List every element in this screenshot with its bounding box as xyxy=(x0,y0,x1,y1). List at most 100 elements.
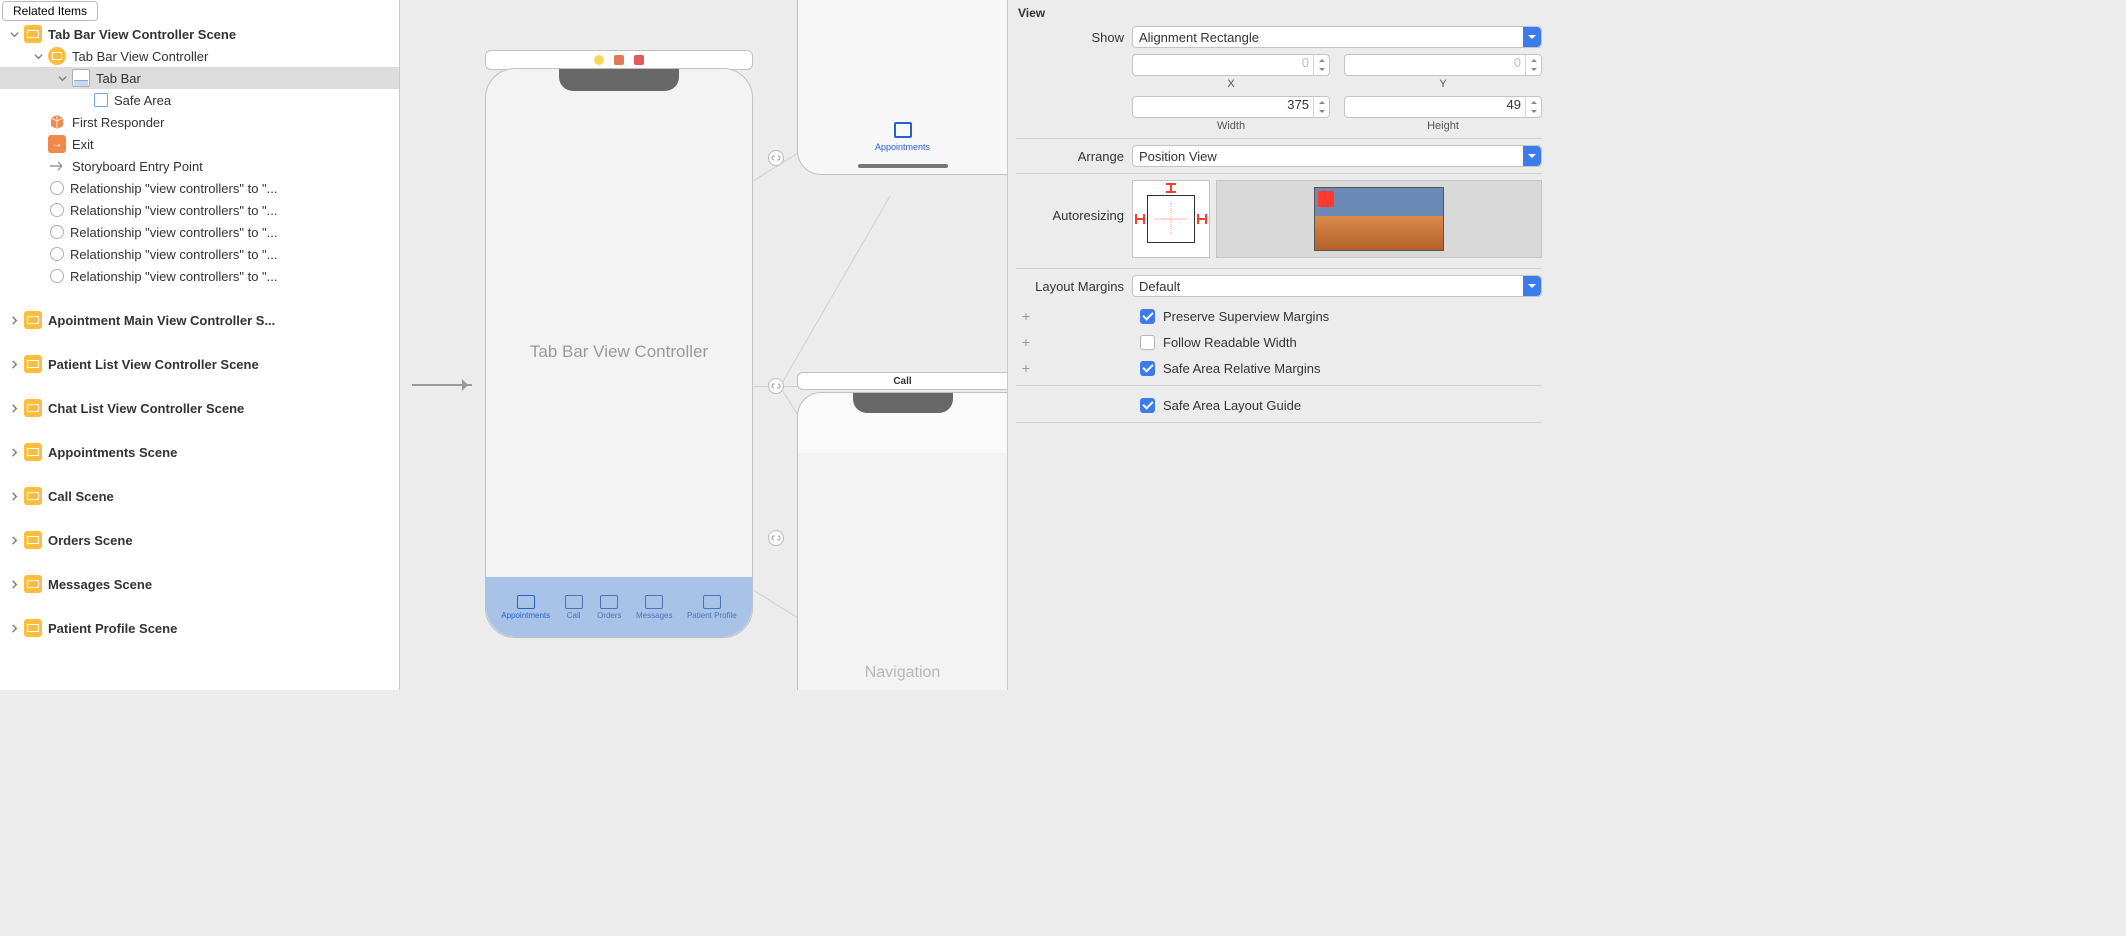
scene-row[interactable]: Orders Scene xyxy=(0,529,399,551)
call-scene-title[interactable]: Call xyxy=(797,372,1007,390)
row-tabbar[interactable]: Tab Bar xyxy=(0,67,399,89)
disclosure-right-icon[interactable] xyxy=(8,490,20,502)
chevron-down-icon xyxy=(1523,276,1541,296)
disclosure-right-icon[interactable] xyxy=(8,358,20,370)
home-indicator-icon xyxy=(858,164,948,168)
safe-area-margins-checkbox[interactable] xyxy=(1140,361,1155,376)
tabbar-icon xyxy=(72,69,90,87)
x-field[interactable]: 0 xyxy=(1132,54,1330,76)
tab-item[interactable]: Patient Profile xyxy=(687,595,737,620)
segue-icon xyxy=(50,247,64,261)
height-field[interactable]: 49 xyxy=(1344,96,1542,118)
margins-select[interactable]: Default xyxy=(1132,275,1542,297)
disclosure-right-icon[interactable] xyxy=(8,314,20,326)
scene-icon xyxy=(24,575,42,593)
preserve-margins-checkbox[interactable] xyxy=(1140,309,1155,324)
entry-arrow-icon xyxy=(412,384,472,386)
scene-titlebar[interactable] xyxy=(485,50,753,70)
tab-label: Patient Profile xyxy=(687,611,737,620)
y-caption: Y xyxy=(1439,78,1446,90)
add-constraint-button[interactable]: + xyxy=(1016,308,1036,324)
scene-label: Messages Scene xyxy=(48,577,152,592)
show-label: Show xyxy=(1016,30,1132,45)
storyboard-canvas[interactable]: Tab Bar View Controller AppointmentsCall… xyxy=(400,0,1007,690)
disclosure-down-icon[interactable] xyxy=(32,50,44,62)
appointments-tab-item: Appointments xyxy=(798,122,1007,152)
tab-item[interactable]: Orders xyxy=(597,595,621,620)
scene-tabbar-vc[interactable]: Tab Bar View Controller Scene xyxy=(0,23,399,45)
row-relationship[interactable]: Relationship "view controllers" to "... xyxy=(0,177,399,199)
stepper-icon[interactable] xyxy=(1313,55,1329,75)
add-constraint-button[interactable]: + xyxy=(1016,360,1036,376)
spring-v-icon[interactable] xyxy=(1171,203,1172,235)
scene-row[interactable]: Patient Profile Scene xyxy=(0,617,399,639)
scene-row[interactable]: Apointment Main View Controller S... xyxy=(0,309,399,331)
phone-appointments-preview[interactable]: Appointments xyxy=(797,0,1007,175)
width-field[interactable]: 375 xyxy=(1132,96,1330,118)
disclosure-down-icon[interactable] xyxy=(8,28,20,40)
row-entry-point[interactable]: Storyboard Entry Point xyxy=(0,155,399,177)
add-constraint-button[interactable]: + xyxy=(1016,334,1036,350)
tab-icon xyxy=(517,595,535,609)
tab-item[interactable]: Appointments xyxy=(501,595,550,620)
viewcontroller-icon xyxy=(48,47,66,65)
y-value: 0 xyxy=(1514,55,1521,70)
disclosure-right-icon[interactable] xyxy=(8,446,20,458)
entry-label: Storyboard Entry Point xyxy=(72,159,203,174)
stepper-icon[interactable] xyxy=(1313,97,1329,117)
tab-bar[interactable]: Appointments Call Orders Messages Patient Pr… xyxy=(486,577,752,637)
row-relationship[interactable]: Relationship "view controllers" to "... xyxy=(0,199,399,221)
strut-right-icon[interactable] xyxy=(1197,218,1207,220)
scene-row[interactable]: Call Scene xyxy=(0,485,399,507)
disclosure-right-icon[interactable] xyxy=(8,578,20,590)
disclosure-right-icon[interactable] xyxy=(8,622,20,634)
row-relationship[interactable]: Relationship "view controllers" to "... xyxy=(0,243,399,265)
scene-row[interactable]: Chat List View Controller Scene xyxy=(0,397,399,419)
related-items-button[interactable]: Related Items xyxy=(2,1,98,21)
scene-dot-icon xyxy=(634,55,644,65)
disclosure-down-icon[interactable] xyxy=(56,72,68,84)
row-first-responder[interactable]: First Responder xyxy=(0,111,399,133)
strut-left-icon[interactable] xyxy=(1135,218,1145,220)
tab-item[interactable]: Call xyxy=(565,595,583,620)
row-relationship[interactable]: Relationship "view controllers" to "... xyxy=(0,265,399,287)
disclosure-right-icon[interactable] xyxy=(8,534,20,546)
segue-icon xyxy=(50,181,64,195)
scene-label: Patient List View Controller Scene xyxy=(48,357,259,372)
size-inspector: View Show Alignment Rectangle 0 X 0 Y 37… xyxy=(1007,0,1550,690)
width-caption: Width xyxy=(1217,120,1245,132)
exit-icon: → xyxy=(48,135,66,153)
safe-area-guide-checkbox[interactable] xyxy=(1140,398,1155,413)
stepper-icon[interactable] xyxy=(1525,97,1541,117)
margins-label: Layout Margins xyxy=(1016,279,1132,294)
scene-icon xyxy=(24,399,42,417)
autoresizing-control[interactable] xyxy=(1132,180,1210,258)
strut-top-icon[interactable] xyxy=(1170,183,1172,193)
y-field[interactable]: 0 xyxy=(1344,54,1542,76)
rel-label: Relationship "view controllers" to "... xyxy=(70,225,278,240)
first-responder-label: First Responder xyxy=(72,115,164,130)
tab-item[interactable]: Messages xyxy=(636,595,672,620)
scene-dot-icon xyxy=(614,55,624,65)
arrange-select[interactable]: Position View xyxy=(1132,145,1542,167)
readable-width-checkbox[interactable] xyxy=(1140,335,1155,350)
chevron-down-icon xyxy=(1523,146,1541,166)
show-value: Alignment Rectangle xyxy=(1139,30,1259,45)
scene-row[interactable]: Appointments Scene xyxy=(0,441,399,463)
scene-row[interactable]: Messages Scene xyxy=(0,573,399,595)
row-relationship[interactable]: Relationship "view controllers" to "... xyxy=(0,221,399,243)
disclosure-right-icon[interactable] xyxy=(8,402,20,414)
scene-label: Patient Profile Scene xyxy=(48,621,177,636)
row-exit[interactable]: → Exit xyxy=(0,133,399,155)
segue-link-icon[interactable] xyxy=(768,150,784,166)
document-outline: Related Items Tab Bar View Controller Sc… xyxy=(0,0,400,690)
phone-call-preview[interactable]: Navigation xyxy=(797,392,1007,690)
show-select[interactable]: Alignment Rectangle xyxy=(1132,26,1542,48)
scene-row[interactable]: Patient List View Controller Scene xyxy=(0,353,399,375)
segue-link-icon[interactable] xyxy=(768,378,784,394)
segue-link-icon[interactable] xyxy=(768,530,784,546)
row-safearea[interactable]: Safe Area xyxy=(0,89,399,111)
stepper-icon[interactable] xyxy=(1525,55,1541,75)
phone-tabbar-vc[interactable]: Tab Bar View Controller AppointmentsCall… xyxy=(485,68,753,638)
row-tabbar-vc[interactable]: Tab Bar View Controller xyxy=(0,45,399,67)
